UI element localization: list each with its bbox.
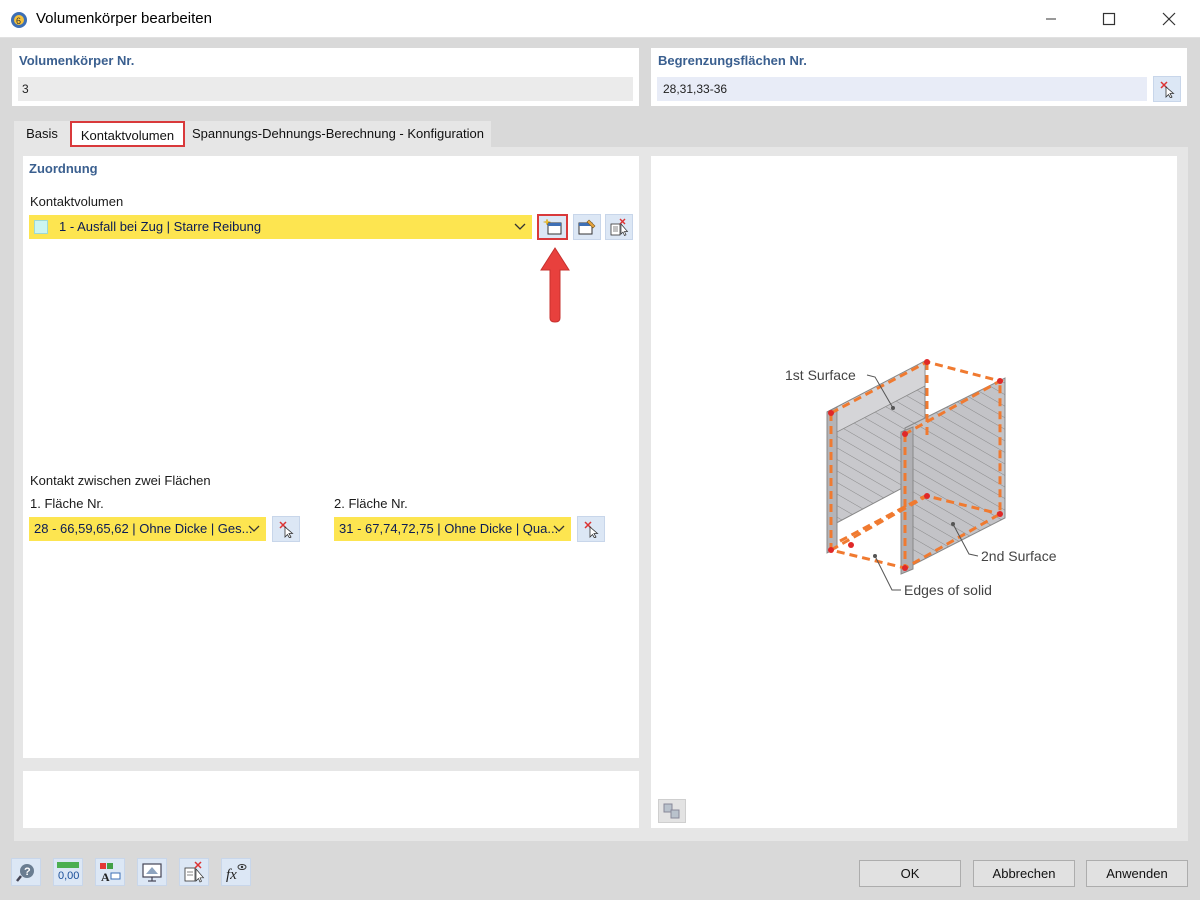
red-arrow-annotation-icon	[540, 247, 570, 323]
assignment-title: Zuordnung	[29, 161, 98, 176]
title-bar: 6 Volumenkörper bearbeiten	[0, 0, 1200, 38]
pick-cursor-icon	[279, 521, 294, 538]
chevron-down-icon	[514, 215, 526, 239]
surface2-combo[interactable]: 31 - 67,74,72,75 | Ohne Dicke | Qua...	[334, 517, 571, 541]
maximize-button[interactable]	[1086, 0, 1132, 38]
surface1-label: 1. Fläche Nr.	[30, 496, 104, 511]
apply-button[interactable]: Anwenden	[1086, 860, 1188, 887]
comment-box[interactable]	[23, 771, 639, 828]
tab-spannungs-dehnungs-konfiguration[interactable]: Spannungs-Dehnungs-Berechnung - Konfigur…	[185, 121, 491, 147]
edit-window-icon	[578, 219, 596, 235]
surface2-label: 2. Fläche Nr.	[334, 496, 408, 511]
contact-volume-color-swatch	[34, 220, 48, 234]
formula-fx-icon: fx	[226, 864, 247, 883]
contact-volume-diagram: 1st Surface 2nd Surface Edges of solid	[785, 359, 1057, 598]
text-display-icon: A	[100, 863, 121, 883]
label-first-surface: 1st Surface	[785, 367, 856, 383]
solid-number-field: 3	[18, 77, 633, 101]
illustration-panel: 1st Surface 2nd Surface Edges of solid	[651, 156, 1177, 828]
help-search-icon: ?	[16, 864, 34, 882]
window-title: Volumenkörper bearbeiten	[36, 10, 212, 27]
surface2-value: 31 - 67,74,72,75 | Ohne Dicke | Qua...	[339, 521, 559, 536]
solid-number-panel: Volumenkörper Nr. 3	[12, 48, 639, 106]
new-contact-volume-button[interactable]	[537, 214, 568, 240]
display-monitor-icon	[142, 863, 162, 882]
boundary-surfaces-title: Begrenzungsflächen Nr.	[658, 53, 807, 68]
surface1-combo[interactable]: 28 - 66,59,65,62 | Ohne Dicke | Ges...	[29, 517, 266, 541]
pick-from-model-icon	[610, 218, 629, 236]
contact-volume-label: Kontaktvolumen	[30, 194, 124, 209]
minimize-icon	[1046, 18, 1056, 20]
svg-text:fx: fx	[226, 867, 237, 883]
pick-cursor-icon	[1160, 81, 1175, 98]
surface1-value: 28 - 66,59,65,62 | Ohne Dicke | Ges...	[34, 521, 253, 536]
minimize-button[interactable]	[1028, 0, 1074, 38]
pick-from-model-icon	[184, 861, 205, 883]
pick-surface1-button[interactable]	[272, 516, 300, 542]
svg-text:A: A	[101, 870, 110, 883]
svg-text:6: 6	[16, 16, 21, 26]
svg-text:?: ?	[24, 866, 31, 878]
maximize-icon	[1102, 12, 1116, 26]
swap-icon	[663, 803, 680, 819]
pick-surface2-button[interactable]	[577, 516, 605, 542]
pick-objects-button[interactable]	[179, 858, 209, 886]
edit-contact-volume-button[interactable]	[573, 214, 601, 240]
svg-text:0,00: 0,00	[58, 870, 79, 882]
assignment-panel: Zuordnung Kontaktvolumen 1 - Ausfall bei…	[23, 156, 639, 758]
contact-between-label: Kontakt zwischen zwei Flächen	[30, 473, 211, 488]
tab-kontaktvolumen[interactable]: Kontaktvolumen	[70, 121, 185, 147]
help-button[interactable]: ?	[11, 858, 41, 886]
decimal-places-icon: 0,00	[57, 862, 79, 882]
pick-contact-volume-button[interactable]	[605, 214, 633, 240]
chevron-down-icon	[553, 517, 565, 541]
units-button[interactable]: 0,00	[53, 858, 83, 886]
solid-number-title: Volumenkörper Nr.	[19, 53, 135, 68]
chevron-down-icon	[248, 517, 260, 541]
swap-view-button[interactable]	[658, 799, 686, 823]
close-icon	[1162, 12, 1176, 26]
tab-basis[interactable]: Basis	[14, 121, 70, 147]
cancel-button[interactable]: Abbrechen	[973, 860, 1075, 887]
app-icon: 6	[11, 12, 27, 28]
close-button[interactable]	[1146, 0, 1192, 38]
pick-cursor-icon	[584, 521, 599, 538]
contact-volume-value: 1 - Ausfall bei Zug | Starre Reibung	[59, 219, 262, 234]
pick-boundary-button[interactable]	[1153, 76, 1181, 102]
ok-button[interactable]: OK	[859, 860, 961, 887]
contact-volume-combo[interactable]: 1 - Ausfall bei Zug | Starre Reibung	[29, 215, 532, 239]
boundary-surfaces-panel: Begrenzungsflächen Nr. 28,31,33-36	[651, 48, 1187, 106]
formula-button[interactable]: fx	[221, 858, 251, 886]
text-style-button[interactable]: A	[95, 858, 125, 886]
label-second-surface: 2nd Surface	[981, 548, 1057, 564]
label-edges-of-solid: Edges of solid	[904, 582, 992, 598]
new-window-icon	[542, 218, 561, 235]
boundary-surfaces-field[interactable]: 28,31,33-36	[657, 77, 1147, 101]
view-button[interactable]	[137, 858, 167, 886]
